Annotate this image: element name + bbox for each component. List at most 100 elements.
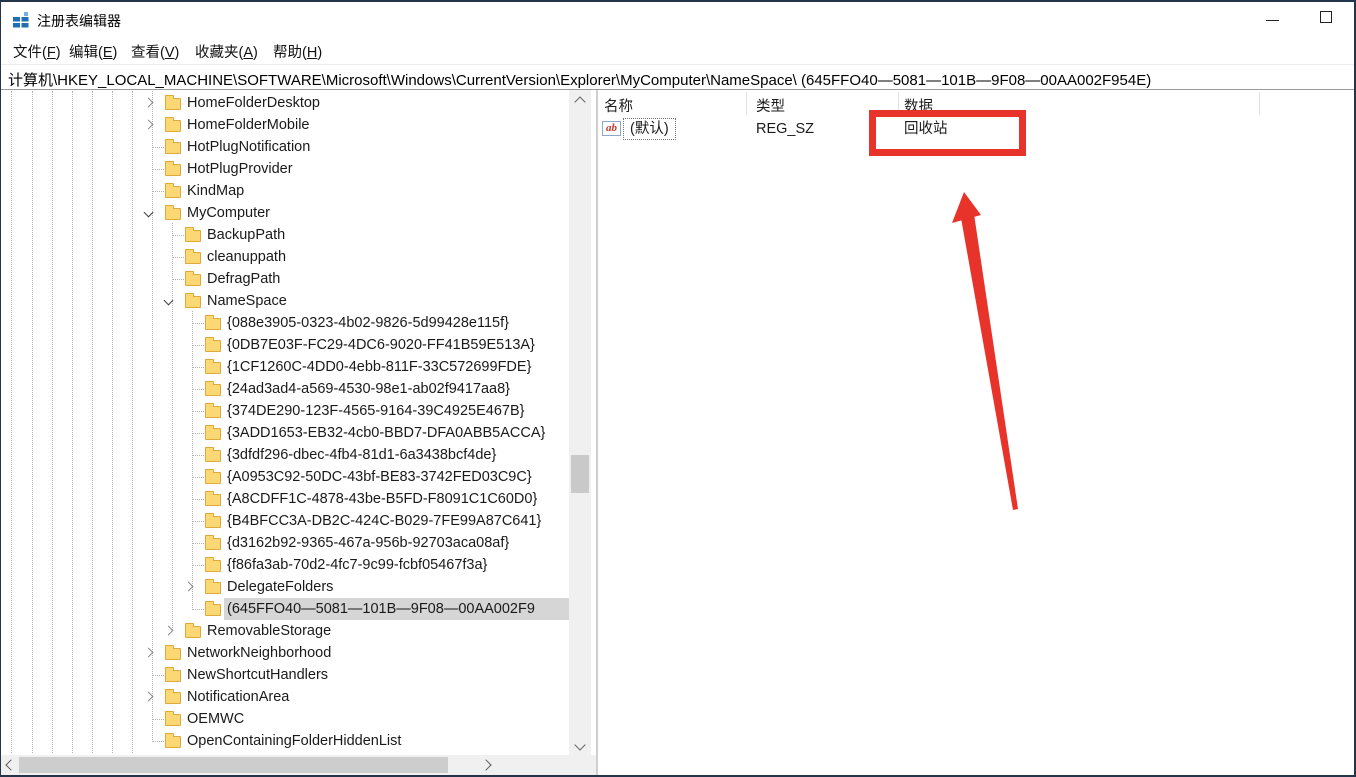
tree-item-label[interactable]: BackupPath: [207, 224, 285, 246]
menu-item-V[interactable]: 查看(V): [131, 41, 179, 62]
tree-item-label[interactable]: NetworkNeighborhood: [187, 642, 331, 664]
tree-item[interactable]: KindMap: [1, 180, 569, 202]
column-header-type[interactable]: 类型: [756, 95, 785, 116]
tree-item[interactable]: {3dfdf296-dbec-4fb4-81d1-6a3438bcf4de}: [1, 444, 569, 466]
tree-item[interactable]: {B4BFCC3A-DB2C-424C-B029-7FE99A87C641}: [1, 510, 569, 532]
tree-item[interactable]: DelegateFolders: [1, 576, 569, 598]
address-path[interactable]: 计算机\HKEY_LOCAL_MACHINE\SOFTWARE\Microsof…: [8, 69, 1151, 90]
tree-item-label[interactable]: NewShortcutHandlers: [187, 664, 328, 686]
chevron-collapsed-icon[interactable]: [143, 97, 154, 108]
tree-item[interactable]: HotPlugProvider: [1, 158, 569, 180]
column-separator[interactable]: [1259, 92, 1260, 115]
tree-item-label[interactable]: HomeFolderDesktop: [187, 92, 320, 114]
tree-item[interactable]: {0DB7E03F-FC29-4DC6-9020-FF41B59E513A}: [1, 334, 569, 356]
scroll-left-icon[interactable]: [5, 759, 17, 771]
chevron-collapsed-icon[interactable]: [143, 691, 154, 702]
folder-icon: [205, 381, 221, 396]
tree-item-label[interactable]: DefragPath: [207, 268, 280, 290]
tree-item-label[interactable]: {374DE290-123F-4565-9164-39C4925E467B}: [227, 400, 524, 422]
tree-item[interactable]: HomeFolderDesktop: [1, 92, 569, 114]
tree-item[interactable]: {3ADD1653-EB32-4cb0-BBD7-DFA0ABB5ACCA}: [1, 422, 569, 444]
menu-item-F[interactable]: 文件(F): [13, 41, 61, 62]
tree-item-label[interactable]: {088e3905-0323-4b02-9826-5d99428e115f}: [227, 312, 509, 334]
menu-item-H[interactable]: 帮助(H): [273, 41, 322, 62]
tree-item-label[interactable]: {24ad3ad4-a569-4530-98e1-ab02f9417aa8}: [227, 378, 510, 400]
tree-vertical-scrollbar[interactable]: [569, 90, 591, 755]
folder-icon: [165, 733, 181, 748]
tree-item[interactable]: OpenContainingFolderHiddenList: [1, 730, 569, 752]
menu-item-A[interactable]: 收藏夹(A): [195, 41, 258, 62]
column-separator[interactable]: [746, 92, 747, 115]
tree-item-label[interactable]: (645FFO40—5081—101B—9F08—00AA002F9: [227, 598, 535, 620]
folder-icon: [205, 579, 221, 594]
tree-item[interactable]: BackupPath: [1, 224, 569, 246]
tree-item[interactable]: NewShortcutHandlers: [1, 664, 569, 686]
tree-item[interactable]: DefragPath: [1, 268, 569, 290]
chevron-collapsed-icon[interactable]: [143, 119, 154, 130]
tree-item-label[interactable]: OpenContainingFolderHiddenList: [187, 730, 401, 752]
tree-connector: [152, 719, 164, 720]
tree-item-label[interactable]: {A8CDFF1C-4878-43be-B5FD-F8091C1C60D0}: [227, 488, 537, 510]
tree-item[interactable]: NetworkNeighborhood: [1, 642, 569, 664]
tree-item-label[interactable]: OEMWC: [187, 708, 244, 730]
scroll-down-icon[interactable]: [574, 739, 586, 751]
tree-item-label[interactable]: cleanuppath: [207, 246, 286, 268]
menu-item-E[interactable]: 编辑(E): [69, 41, 117, 62]
scroll-right-icon[interactable]: [480, 759, 492, 771]
tree-item[interactable]: RemovableStorage: [1, 620, 569, 642]
chevron-expanded-icon[interactable]: [143, 207, 154, 218]
registry-editor-window: 注册表编辑器 文件(F) 编辑(E) 查看(V) 收藏夹(A) 帮助(H) 计算机\HK…: [0, 0, 1356, 777]
folder-icon: [165, 205, 181, 220]
tree-item-label[interactable]: {A0953C92-50DC-43bf-BE83-3742FED03C9C}: [227, 466, 532, 488]
tree-item[interactable]: {d3162b92-9365-467a-956b-92703aca08af}: [1, 532, 569, 554]
tree-item-label[interactable]: NotificationArea: [187, 686, 289, 708]
chevron-collapsed-icon[interactable]: [143, 647, 154, 658]
tree-item-label[interactable]: HotPlugNotification: [187, 136, 310, 158]
tree-item-label[interactable]: {3dfdf296-dbec-4fb4-81d1-6a3438bcf4de}: [227, 444, 496, 466]
chevron-collapsed-icon[interactable]: [183, 581, 194, 592]
string-value-icon: ab: [602, 121, 621, 136]
folder-icon: [165, 667, 181, 682]
tree-item[interactable]: {1CF1260C-4DD0-4ebb-811F-33C572699FDE}: [1, 356, 569, 378]
tree-horizontal-scrollbar[interactable]: [1, 755, 596, 775]
maximize-button[interactable]: [1304, 2, 1350, 34]
tree-item[interactable]: {f86fa3ab-70d2-4fc7-9c99-fcbf05467f3a}: [1, 554, 569, 576]
tree-connector: [152, 741, 164, 742]
tree-item-label[interactable]: {3ADD1653-EB32-4cb0-BBD7-DFA0ABB5ACCA}: [227, 422, 545, 444]
tree-item[interactable]: {A0953C92-50DC-43bf-BE83-3742FED03C9C}: [1, 466, 569, 488]
tree-item-label[interactable]: {1CF1260C-4DD0-4ebb-811F-33C572699FDE}: [227, 356, 531, 378]
tree-item[interactable]: OEMWC: [1, 708, 569, 730]
chevron-collapsed-icon[interactable]: [163, 625, 174, 636]
value-name[interactable]: (默认): [623, 118, 676, 140]
vertical-scrollbar-thumb[interactable]: [571, 455, 589, 493]
tree-item[interactable]: cleanuppath: [1, 246, 569, 268]
tree-item-label[interactable]: {0DB7E03F-FC29-4DC6-9020-FF41B59E513A}: [227, 334, 535, 356]
horizontal-scrollbar-thumb[interactable]: [19, 757, 448, 773]
tree-item[interactable]: HotPlugNotification: [1, 136, 569, 158]
chevron-expanded-icon[interactable]: [163, 295, 174, 306]
tree-item-label[interactable]: KindMap: [187, 180, 244, 202]
tree-item[interactable]: NotificationArea: [1, 686, 569, 708]
tree-item[interactable]: HomeFolderMobile: [1, 114, 569, 136]
tree-item[interactable]: MyComputer: [1, 202, 569, 224]
tree-item[interactable]: {24ad3ad4-a569-4530-98e1-ab02f9417aa8}: [1, 378, 569, 400]
tree-item[interactable]: NameSpace: [1, 290, 569, 312]
tree-item-label[interactable]: HotPlugProvider: [187, 158, 293, 180]
minimize-button[interactable]: [1250, 2, 1296, 34]
tree-item-label[interactable]: MyComputer: [187, 202, 270, 224]
address-bar[interactable]: 计算机\HKEY_LOCAL_MACHINE\SOFTWARE\Microsof…: [1, 64, 1354, 90]
tree-item[interactable]: {A8CDFF1C-4878-43be-B5FD-F8091C1C60D0}: [1, 488, 569, 510]
tree-item[interactable]: (645FFO40—5081—101B—9F08—00AA002F9: [1, 598, 569, 620]
tree-item-label[interactable]: NameSpace: [207, 290, 287, 312]
tree-item-label[interactable]: RemovableStorage: [207, 620, 331, 642]
column-header-name[interactable]: 名称: [604, 95, 633, 116]
tree-item[interactable]: {088e3905-0323-4b02-9826-5d99428e115f}: [1, 312, 569, 334]
tree-item[interactable]: {374DE290-123F-4565-9164-39C4925E467B}: [1, 400, 569, 422]
value-type: REG_SZ: [756, 121, 815, 137]
scroll-up-icon[interactable]: [574, 96, 586, 108]
tree-item-label[interactable]: {f86fa3ab-70d2-4fc7-9c99-fcbf05467f3a}: [227, 554, 487, 576]
tree-item-label[interactable]: {d3162b92-9365-467a-956b-92703aca08af}: [227, 532, 509, 554]
tree-item-label[interactable]: HomeFolderMobile: [187, 114, 310, 136]
tree-item-label[interactable]: {B4BFCC3A-DB2C-424C-B029-7FE99A87C641}: [227, 510, 541, 532]
tree-item-label[interactable]: DelegateFolders: [227, 576, 333, 598]
